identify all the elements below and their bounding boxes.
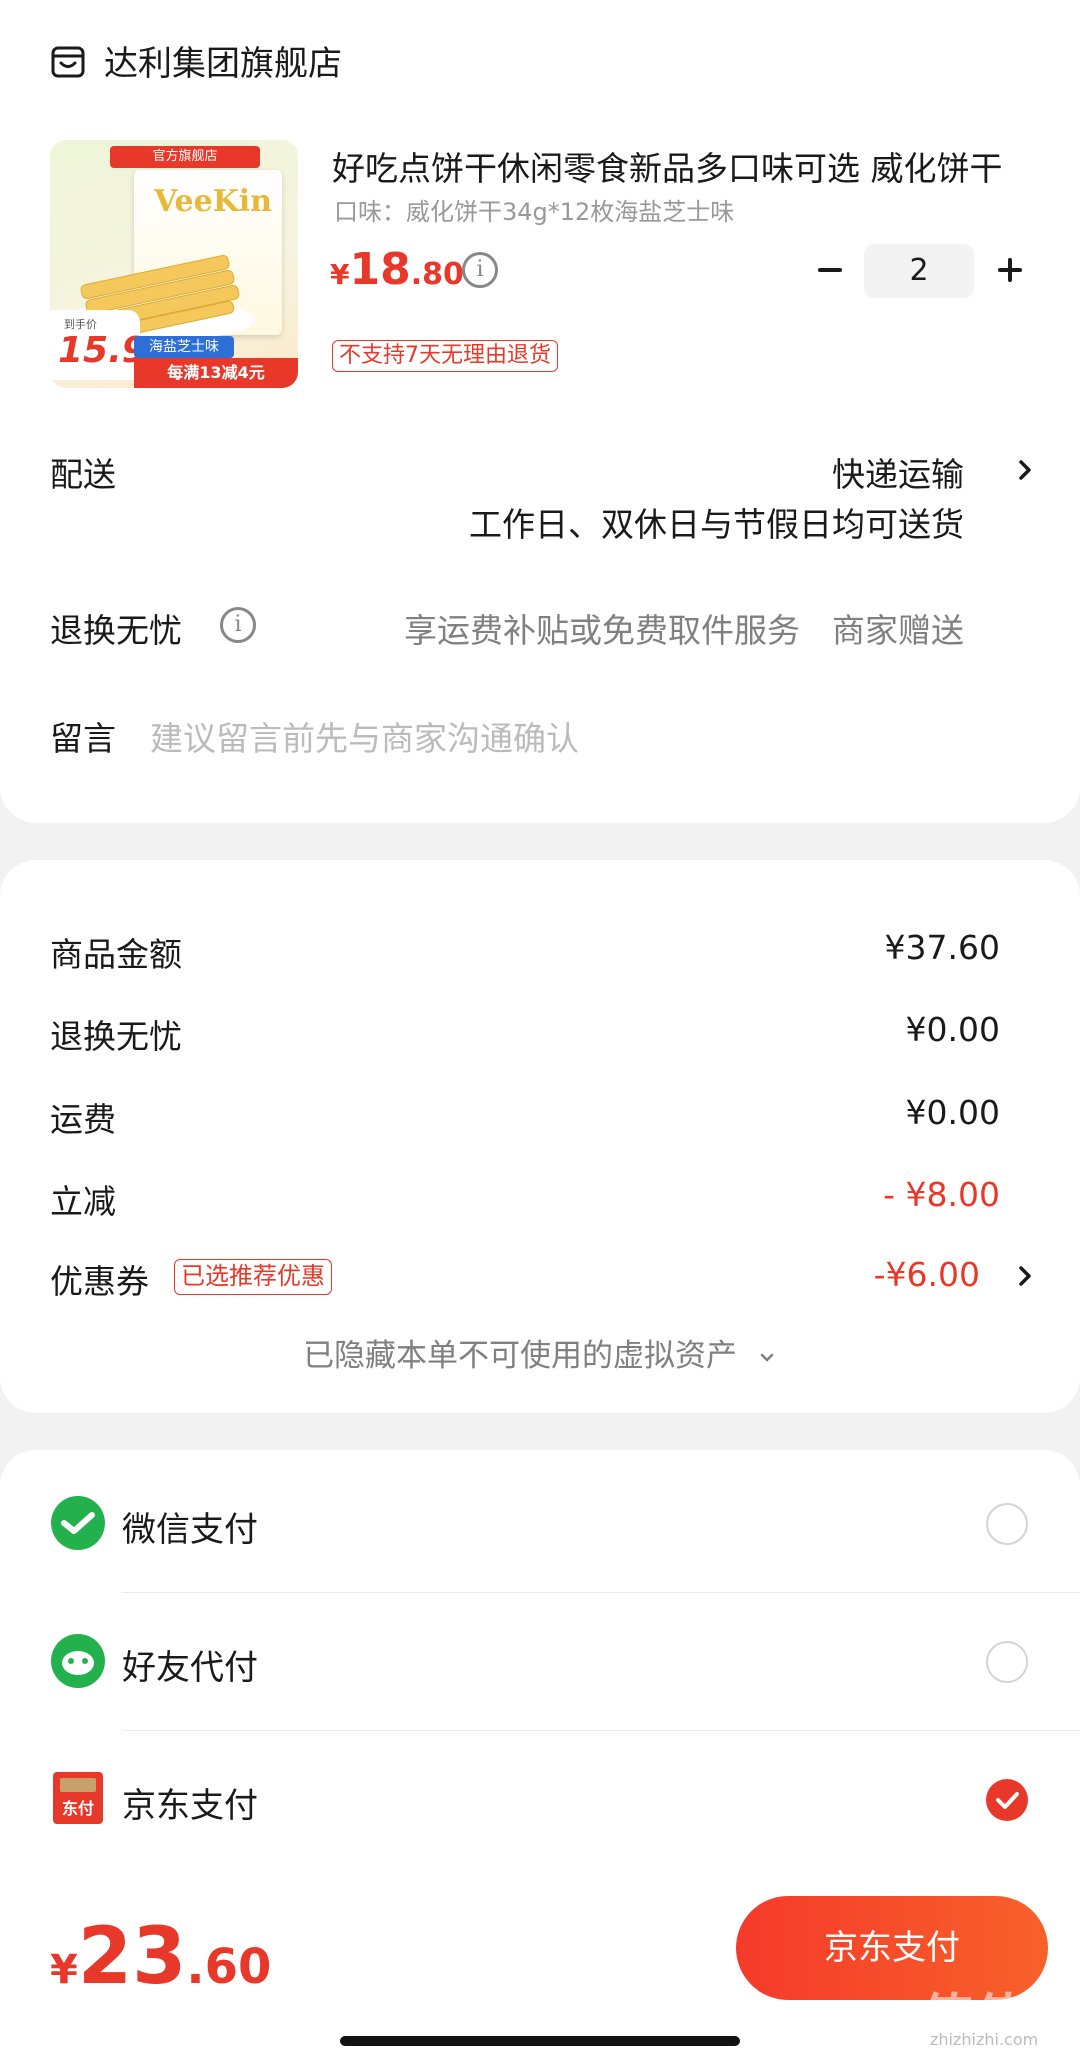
worry-free-label: 退换无忧 [50,611,182,650]
store-icon [51,46,85,78]
home-indicator[interactable] [340,2036,740,2046]
total-integer: 23 [77,1912,187,2002]
price-info-icon[interactable]: i [462,252,498,288]
worry-fee-value: ¥0.00 [905,1010,1000,1049]
chevron-right-icon[interactable] [1016,454,1036,486]
product-spec[interactable]: 口味：威化饼干34g*12枚海盐芝士味 [334,192,734,227]
goods-amount-label: 商品金额 [50,935,182,974]
coupon-label: 优惠券 [50,1262,149,1301]
image-brand: VeeKin [154,184,272,219]
friend-pay-icon [51,1634,105,1688]
worry-fee-label: 退换无忧 [50,1017,182,1056]
goods-amount-value: ¥37.60 [884,928,1000,967]
delivery-label: 配送 [50,455,116,494]
product-image[interactable]: 官方旗舰店 VeeKin 到手价 15.9 海盐芝士味 每满13减4元 [50,140,298,388]
chevron-down-icon [760,1353,774,1362]
divider [122,1592,1080,1593]
wechat-pay-label[interactable]: 微信支付 [122,1502,258,1551]
remark-label: 留言 [50,719,116,758]
coupon-chevron-icon[interactable] [1016,1260,1036,1292]
coupon-tag: 已选推荐优惠 [174,1259,332,1295]
discount-label: 立减 [50,1182,116,1221]
price-integer: 18 [349,244,411,295]
plus-icon[interactable] [992,252,1028,288]
hidden-assets-toggle[interactable]: 已隐藏本单不可使用的虚拟资产 [0,1330,1080,1375]
friend-pay-label[interactable]: 好友代付 [122,1640,258,1689]
image-shop-tag: 官方旗舰店 [110,146,260,168]
product-title[interactable]: 好吃点饼干休闲零食新品多口味可选 威化饼干 [332,142,1032,190]
quantity-input[interactable]: 2 [864,244,974,298]
worry-free-desc: 享运费补贴或免费取件服务 [404,611,800,650]
delivery-note: 工作日、双休日与节假日均可送货 [469,505,964,544]
price-decimal: .80 [410,257,464,292]
jd-pay-label[interactable]: 京东支付 [122,1778,258,1827]
total-amount: ¥23.60 [50,1912,271,2002]
delivery-method[interactable]: 快递运输 [832,448,964,496]
total-symbol: ¥ [50,1947,78,1993]
watermark-url: zhizhizhi.com [930,2030,1039,2049]
image-flavor: 海盐芝士味 [134,336,234,358]
worry-free-info-icon[interactable]: i [220,607,256,643]
jd-pay-radio[interactable] [986,1779,1028,1821]
coupon-value[interactable]: -¥6.00 [874,1255,980,1294]
total-decimal: .60 [186,1939,272,1995]
no-return-badge: 不支持7天无理由退货 [332,340,558,372]
minus-icon[interactable] [812,252,848,288]
image-price-tag: 到手价 15.9 [50,310,147,380]
order-card: 达利集团旗舰店 官方旗舰店 VeeKin 到手价 15.9 海盐芝士味 每满13… [0,0,1080,823]
jd-pay-icon: 东付 [53,1772,103,1824]
shipping-fee-value: ¥0.00 [905,1093,1000,1132]
product-price: ¥18.80 [330,244,464,295]
price-symbol: ¥ [330,258,350,291]
remark-input[interactable]: 建议留言前先与商家沟通确认 [150,712,579,760]
discount-value: - ¥8.00 [883,1175,1000,1214]
wechat-pay-icon [51,1496,105,1550]
friend-pay-radio[interactable] [986,1641,1028,1683]
store-name[interactable]: 达利集团旗舰店 [104,36,342,85]
divider [122,1730,1080,1731]
wechat-pay-radio[interactable] [986,1503,1028,1545]
check-icon [996,1792,1019,1809]
shipping-fee-label: 运费 [50,1100,116,1139]
svg-text:东付: 东付 [62,1799,94,1818]
image-promo: 每满13减4元 [134,358,298,388]
worry-free-gift: 商家赠送 [832,611,964,650]
hidden-assets-text: 已隐藏本单不可使用的虚拟资产 [303,1338,738,1374]
